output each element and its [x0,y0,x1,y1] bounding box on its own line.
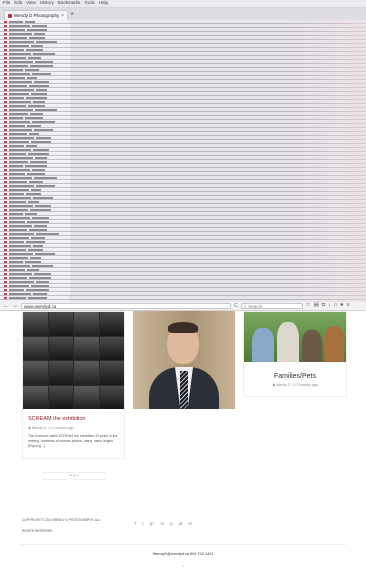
post-thumbnail[interactable] [23,312,124,409]
reload-icon[interactable]: C [234,303,238,309]
url-bar[interactable]: www.wendyd.ca [21,303,231,309]
home-icon[interactable]: ⌂ [334,303,337,309]
reading-list-icon[interactable]: ▤ [314,303,319,309]
post-thumbnail[interactable] [244,312,346,362]
menu-bar: File Edit View History Bookmarks Tools H… [0,0,366,8]
pocket-icon[interactable]: ◘ [322,303,325,309]
menu-bookmarks[interactable]: Bookmarks [58,1,81,6]
portrait-card[interactable] [133,311,235,409]
post-date: 2 months ago [52,426,74,430]
menu-help[interactable]: Help [99,1,108,6]
post-date: 2 months ago [296,383,318,387]
social-links: f t g+ in p yt ✉ [135,521,192,527]
post-title[interactable]: Families/Pets [244,373,346,380]
google-plus-icon[interactable]: g+ [150,521,155,527]
forward-button[interactable]: → [12,303,18,309]
download-icon[interactable]: ↓ [328,303,331,309]
email-icon[interactable]: ✉ [188,521,192,527]
back-button[interactable]: ← [3,303,9,309]
clock-icon: ◷ [48,426,52,430]
load-more-button[interactable]: • • • [42,472,106,480]
favicon-icon [8,13,12,18]
search-placeholder: Search [248,303,263,309]
youtube-icon[interactable]: yt [179,521,183,527]
tab-bar: Wendy D Photography - Vic... × + [0,8,366,20]
artifact-tab-rows [4,20,68,302]
sync-icon[interactable]: ● [340,303,343,309]
pinterest-icon[interactable]: p [170,521,173,527]
post-title[interactable]: SCREAM the exhibition [28,416,124,422]
post-author[interactable]: Wendy D. [32,426,47,430]
menu-view[interactable]: View [26,1,36,6]
post-excerpt: The Overture called SCREAM the exhibitio… [28,434,118,448]
search-icon: ⌕ [243,303,247,309]
facebook-icon[interactable]: f [135,521,136,527]
post-card-families[interactable]: Families/Pets ◉ Wendy D. ◷ 2 months ago [243,311,347,397]
close-tab-icon[interactable]: × [61,13,64,19]
menu-icon[interactable]: ≡ [347,303,350,309]
menu-history[interactable]: History [40,1,54,6]
browser-tab[interactable]: Wendy D Photography - Vic... × [4,10,68,20]
tab-title: Wendy D Photography - Vic... [14,13,60,18]
url-text: www.wendyd.ca [24,303,57,309]
bookmark-star-icon[interactable]: ☆ [306,303,311,309]
post-meta: ◉ Wendy D. ◷ 2 months ago [244,383,346,387]
back-to-top-button[interactable]: ^ [0,564,366,569]
menu-file[interactable]: File [3,1,10,6]
menu-edit[interactable]: Edit [14,1,22,6]
clock-icon: ◷ [292,383,296,387]
contact-info[interactable]: WendyD@wendyd.ca 604 703 1401 [0,552,366,556]
author-icon: ◉ [272,383,276,387]
footer-divider [20,544,346,545]
search-bar[interactable]: ⌕ Search [240,303,303,309]
post-meta: ◉ Wendy D. ◷ 2 months ago [28,426,124,430]
author-icon: ◉ [28,426,32,430]
menu-tools[interactable]: Tools [84,1,95,6]
artifact-tint [286,20,366,302]
web-page: SCREAM the exhibition ◉ Wendy D. ◷ 2 mon… [0,311,366,573]
post-card-scream[interactable]: SCREAM the exhibition ◉ Wendy D. ◷ 2 mon… [22,311,125,459]
copyright-text: COPYRIGHT © 2014 WENDY D PHOTOGRAPHY. AL… [22,518,101,522]
artifact-row [4,296,68,300]
twitter-icon[interactable]: t [142,521,143,527]
navigation-bar: ← → www.wendyd.ca C ⌕ Search ☆ ▤ ◘ ↓ ⌂ ●… [0,302,366,311]
rendering-artifact-area [0,20,366,302]
post-author[interactable]: Wendy D. [276,383,291,387]
linkedin-icon[interactable]: in [161,521,165,527]
rights-text: RIGHTS RESERVED [22,529,53,533]
new-tab-button[interactable]: + [70,11,74,18]
